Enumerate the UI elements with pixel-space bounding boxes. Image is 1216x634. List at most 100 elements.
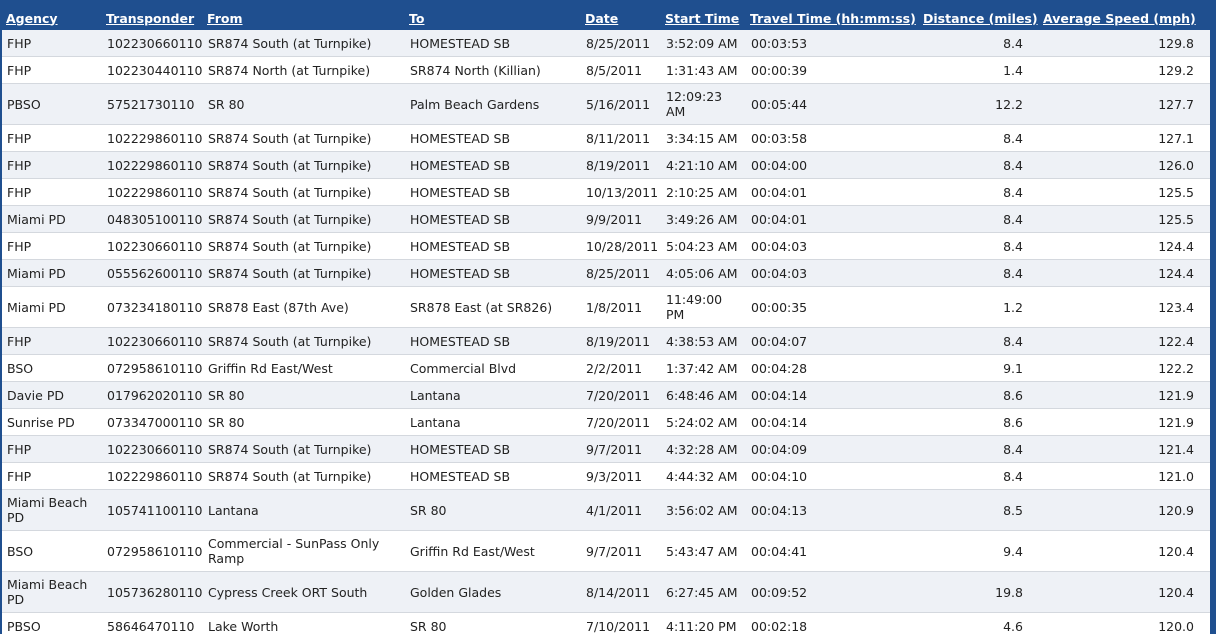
to-cell: HOMESTEAD SB <box>405 30 581 57</box>
start-time-cell: 6:27:45 AM <box>661 571 746 613</box>
start-time-cell: 3:34:15 AM <box>661 124 746 152</box>
date-cell: 4/1/2011 <box>581 489 661 531</box>
start-time-cell: 3:56:02 AM <box>661 489 746 531</box>
travel-time-cell: 00:03:53 <box>746 30 919 57</box>
column-header-transponder[interactable]: Transponder <box>102 6 203 30</box>
transponder-cell: 102229860110 <box>102 124 203 152</box>
to-cell: Palm Beach Gardens <box>405 83 581 125</box>
agency-cell: FHP <box>2 462 102 490</box>
distance-cell: 8.4 <box>919 232 1039 260</box>
from-cell: SR874 North (at Turnpike) <box>203 56 405 84</box>
table-row: PBSO 57521730110 SR 80 Palm Beach Gardens 5/… <box>2 83 1210 125</box>
transponder-cell: 072958610110 <box>102 354 203 382</box>
column-header-agency[interactable]: Agency <box>2 6 102 30</box>
date-cell: 8/19/2011 <box>581 327 661 355</box>
start-time-cell: 2:10:25 AM <box>661 178 746 206</box>
date-cell: 8/5/2011 <box>581 56 661 84</box>
agency-cell: PBSO <box>2 83 102 125</box>
from-cell: SR874 South (at Turnpike) <box>203 205 405 233</box>
agency-cell: Sunrise PD <box>2 408 102 436</box>
to-cell: HOMESTEAD SB <box>405 462 581 490</box>
date-cell: 5/16/2011 <box>581 83 661 125</box>
to-cell: HOMESTEAD SB <box>405 178 581 206</box>
date-cell: 8/25/2011 <box>581 259 661 287</box>
column-header-to[interactable]: To <box>405 6 581 30</box>
travel-time-cell: 00:04:03 <box>746 259 919 287</box>
start-time-cell: 1:37:42 AM <box>661 354 746 382</box>
date-cell: 10/28/2011 <box>581 232 661 260</box>
average-speed-cell: 123.4 <box>1039 286 1210 328</box>
column-header-date[interactable]: Date <box>581 6 661 30</box>
table-row: BSO 072958610110 Commercial - SunPass Only… <box>2 530 1210 572</box>
from-cell: SR 80 <box>203 381 405 409</box>
date-cell: 2/2/2011 <box>581 354 661 382</box>
average-speed-cell: 127.1 <box>1039 124 1210 152</box>
column-header-from[interactable]: From <box>203 6 405 30</box>
average-speed-cell: 121.9 <box>1039 408 1210 436</box>
column-header-travel-time[interactable]: Travel Time (hh:mm:ss) <box>746 6 919 30</box>
table-row: Miami PD 073234180110 SR878 East (87th Ave… <box>2 286 1210 328</box>
from-cell: Lantana <box>203 489 405 531</box>
table-row: Sunrise PD 073347000110 SR 80 Lantana 7/20/2… <box>2 408 1210 436</box>
distance-cell: 4.6 <box>919 612 1039 634</box>
table-row: Miami Beach PD 105741100110 Lantana SR 80 4/… <box>2 489 1210 531</box>
travel-time-cell: 00:04:03 <box>746 232 919 260</box>
from-cell: SR874 South (at Turnpike) <box>203 462 405 490</box>
date-cell: 10/13/2011 <box>581 178 661 206</box>
distance-cell: 1.4 <box>919 56 1039 84</box>
table-row: FHP 102229860110 SR874 South (at Turnpike)… <box>2 462 1210 490</box>
transponder-cell: 102230660110 <box>102 435 203 463</box>
agency-cell: FHP <box>2 232 102 260</box>
from-cell: Commercial - SunPass Only Ramp <box>203 530 405 572</box>
distance-cell: 19.8 <box>919 571 1039 613</box>
from-cell: SR 80 <box>203 83 405 125</box>
table-row: PBSO 58646470110 Lake Worth SR 80 7/10/2011 4… <box>2 612 1210 634</box>
start-time-cell: 12:09:23 AM <box>661 83 746 125</box>
travel-time-cell: 00:05:44 <box>746 83 919 125</box>
start-time-cell: 5:04:23 AM <box>661 232 746 260</box>
distance-cell: 8.4 <box>919 327 1039 355</box>
table-row: Miami Beach PD 105736280110 Cypress Creek … <box>2 571 1210 613</box>
transponder-cell: 102229860110 <box>102 151 203 179</box>
transponder-cell: 57521730110 <box>102 83 203 125</box>
table-row: Davie PD 017962020110 SR 80 Lantana 7/20/201… <box>2 381 1210 409</box>
transponder-cell: 105736280110 <box>102 571 203 613</box>
column-header-distance[interactable]: Distance (miles) <box>919 6 1039 30</box>
transponder-cell: 073234180110 <box>102 286 203 328</box>
from-cell: SR874 South (at Turnpike) <box>203 232 405 260</box>
start-time-cell: 4:32:28 AM <box>661 435 746 463</box>
column-header-start-time[interactable]: Start Time <box>661 6 746 30</box>
table-row: FHP 102229860110 SR874 South (at Turnpike)… <box>2 178 1210 206</box>
agency-cell: FHP <box>2 327 102 355</box>
agency-cell: BSO <box>2 530 102 572</box>
to-cell: Lantana <box>405 408 581 436</box>
distance-cell: 8.6 <box>919 381 1039 409</box>
from-cell: SR874 South (at Turnpike) <box>203 327 405 355</box>
to-cell: Griffin Rd East/West <box>405 530 581 572</box>
date-cell: 8/25/2011 <box>581 30 661 57</box>
average-speed-cell: 120.4 <box>1039 530 1210 572</box>
table-body: FHP 102230660110 SR874 South (at Turnpike)… <box>2 30 1210 634</box>
to-cell: HOMESTEAD SB <box>405 327 581 355</box>
average-speed-cell: 126.0 <box>1039 151 1210 179</box>
to-cell: SR 80 <box>405 489 581 531</box>
start-time-cell: 4:21:10 AM <box>661 151 746 179</box>
from-cell: SR874 South (at Turnpike) <box>203 259 405 287</box>
distance-cell: 1.2 <box>919 286 1039 328</box>
transponder-cell: 102230660110 <box>102 327 203 355</box>
date-cell: 9/3/2011 <box>581 462 661 490</box>
table-row: FHP 102230660110 SR874 South (at Turnpike)… <box>2 30 1210 57</box>
distance-cell: 8.4 <box>919 435 1039 463</box>
agency-cell: Davie PD <box>2 381 102 409</box>
start-time-cell: 6:48:46 AM <box>661 381 746 409</box>
transponder-cell: 102229860110 <box>102 462 203 490</box>
start-time-cell: 1:31:43 AM <box>661 56 746 84</box>
transponder-cell: 105741100110 <box>102 489 203 531</box>
agency-cell: Miami Beach PD <box>2 489 102 531</box>
transponder-cell: 073347000110 <box>102 408 203 436</box>
speeding-table-container: Agency Transponder From To Date Start Ti… <box>2 6 1210 634</box>
travel-time-cell: 00:00:39 <box>746 56 919 84</box>
column-header-average-speed[interactable]: Average Speed (mph) <box>1039 6 1210 30</box>
average-speed-cell: 124.4 <box>1039 232 1210 260</box>
average-speed-cell: 120.4 <box>1039 571 1210 613</box>
